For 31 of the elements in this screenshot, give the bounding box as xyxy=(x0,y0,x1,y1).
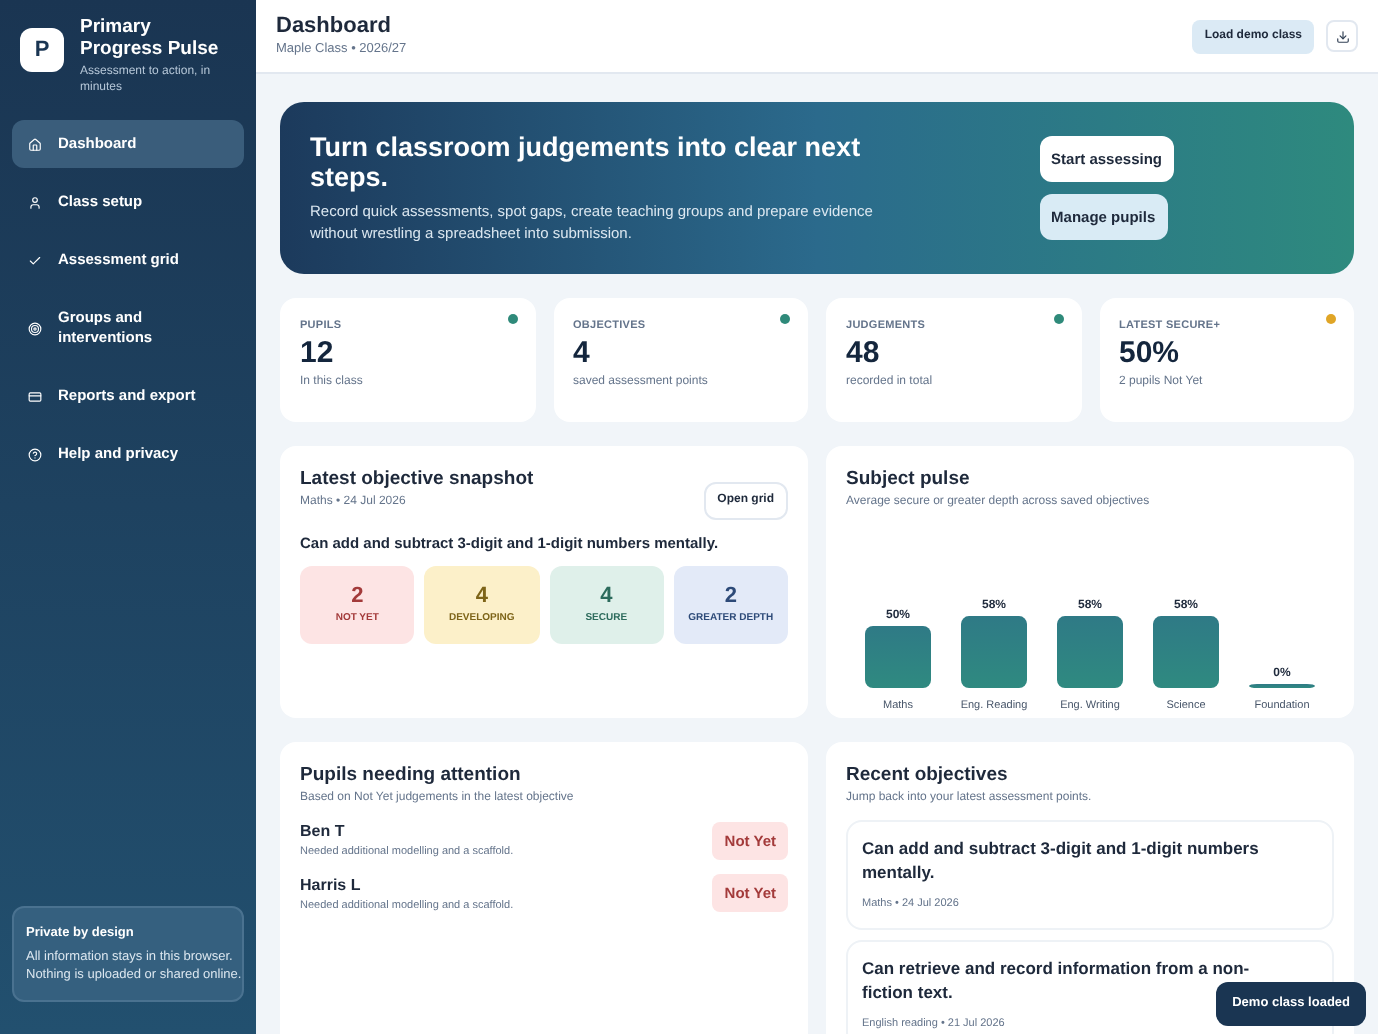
pupil-name: Ben T xyxy=(300,820,347,845)
stat-value: 48 xyxy=(846,334,880,375)
help-icon xyxy=(28,447,42,461)
bar xyxy=(961,616,1027,689)
logo: P xyxy=(20,28,64,72)
pupil-name: Harris L xyxy=(300,873,363,897)
card-title: Latest objective snapshot xyxy=(300,466,534,494)
bar xyxy=(865,626,931,689)
download-button[interactable] xyxy=(1326,20,1358,52)
home-icon xyxy=(28,137,42,151)
stat-value: 50% xyxy=(1119,334,1180,375)
card-title: Pupils needing attention xyxy=(300,762,523,790)
check-icon xyxy=(28,253,42,267)
card-title: Subject pulse xyxy=(846,466,972,494)
card-icon xyxy=(28,389,42,403)
page-title: Dashboard xyxy=(276,13,393,40)
hero-title: Turn classroom judgements into clear next steps. xyxy=(310,132,863,192)
download-icon xyxy=(1335,29,1349,43)
target-icon xyxy=(28,321,42,335)
user-icon xyxy=(28,195,42,209)
bar xyxy=(1057,616,1123,689)
stat-value: 4 xyxy=(573,334,590,375)
app-name: Primary Progress Pulse xyxy=(80,16,221,60)
stat-value: 12 xyxy=(300,334,334,375)
bar xyxy=(1153,616,1219,689)
tile-count: 2 xyxy=(724,584,737,608)
tile-count: 4 xyxy=(600,584,613,608)
tile-count: 2 xyxy=(351,584,364,608)
bar xyxy=(1249,684,1315,689)
tile-count: 4 xyxy=(475,584,488,608)
card-title: Recent objectives xyxy=(846,762,1010,790)
